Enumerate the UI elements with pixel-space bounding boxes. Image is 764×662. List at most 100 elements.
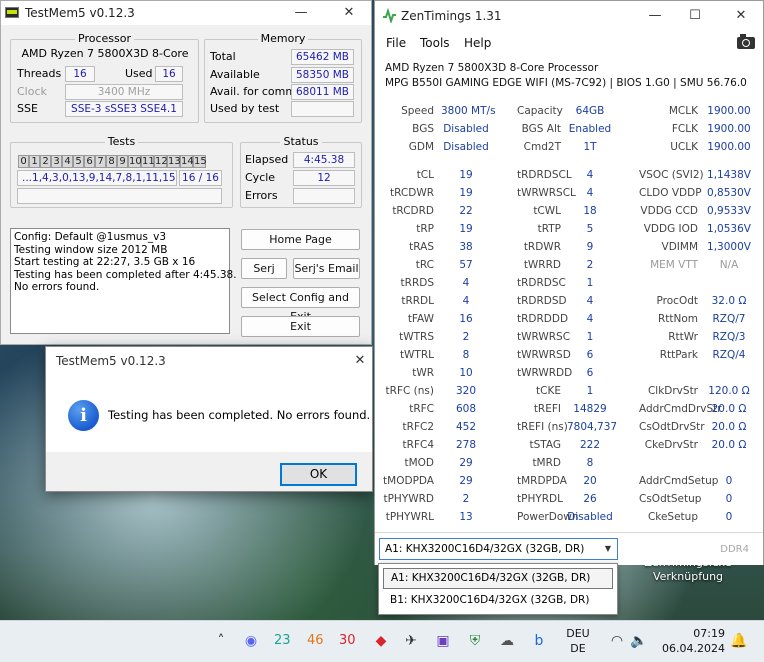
timing-value: 608: [455, 403, 477, 415]
airplane-icon[interactable]: ✈: [402, 632, 420, 650]
timing-value: 6: [586, 367, 594, 379]
wifi-icon[interactable]: ◠: [608, 632, 626, 650]
chevron-up-icon[interactable]: ˄: [212, 632, 230, 650]
load-counter[interactable]: 30: [339, 633, 356, 648]
dialog-close-button[interactable]: ✕: [342, 347, 378, 374]
board-info: MPG B550I GAMING EDGE WIFI (MS-7C92) | B…: [385, 77, 747, 89]
timing-value: 20.0 Ω: [711, 421, 747, 433]
gpu-temp-counter[interactable]: 46: [307, 633, 324, 648]
shield-icon[interactable]: ⛨: [466, 632, 484, 650]
menu-tools[interactable]: Tools: [420, 36, 450, 50]
amd-icon[interactable]: ◆: [372, 632, 390, 650]
ok-button[interactable]: OK: [280, 463, 357, 486]
timing-value: 4: [462, 295, 470, 307]
test-number: 3: [51, 155, 62, 168]
close-button[interactable]: ✕: [331, 1, 367, 25]
serj-button[interactable]: Serj: [241, 258, 287, 279]
maximize-button[interactable]: ☐: [677, 1, 713, 31]
testmem5-titlebar[interactable]: TestMem5 v0.12.3 — ✕: [1, 1, 371, 25]
timing-value: 19: [459, 169, 473, 181]
timing-value: 19: [459, 223, 473, 235]
timing-value: 4: [462, 277, 470, 289]
timing-value: 2: [462, 493, 470, 505]
timing-value: 0: [725, 475, 733, 487]
memory-used-by-test-label: Used by test: [210, 102, 280, 115]
language-code: DEU: [566, 627, 590, 640]
timing-label: tRRDS: [400, 277, 434, 289]
cloud-icon[interactable]: ☁: [498, 632, 516, 650]
used-threads-value: 16: [155, 66, 183, 82]
timing-label: tCKE: [536, 385, 561, 397]
test-number: 4: [62, 155, 73, 168]
home-page-button[interactable]: Home Page: [241, 229, 360, 250]
timing-label: tSTAG: [529, 439, 561, 451]
timing-value: Disabled: [567, 511, 613, 523]
clock-date: 06.04.2024: [662, 642, 725, 655]
timing-value: RZQ/4: [712, 349, 746, 361]
cpu-temp-counter[interactable]: 23: [274, 633, 291, 648]
timing-label: ProcOdt: [656, 295, 698, 307]
timing-label: tRDRDSC: [517, 277, 566, 289]
close-button[interactable]: ✕: [723, 1, 759, 31]
dialog-titlebar[interactable]: TestMem5 v0.12.3 ✕: [46, 347, 372, 374]
minimize-button[interactable]: —: [637, 1, 673, 31]
dimm-option[interactable]: B1: KHX3200C16D4/32GX (32GB, DR): [383, 591, 613, 612]
test-log-textarea[interactable]: Config: Default @1usmus_v3 Testing window…: [10, 228, 237, 334]
info-icon: i: [68, 400, 99, 431]
threads-value: 16: [65, 66, 95, 82]
test-number: 0: [18, 155, 29, 168]
minimize-button[interactable]: —: [283, 1, 319, 25]
timing-value: 1,3000V: [707, 241, 751, 253]
input-language[interactable]: DEU DE: [560, 626, 596, 656]
timing-value: 1900.00: [707, 123, 751, 135]
camera-icon[interactable]: [737, 34, 755, 49]
notification-bell-icon[interactable]: 🔔: [730, 632, 748, 650]
timing-value: 1,1438V: [707, 169, 751, 181]
timing-value: 1,0536V: [707, 223, 751, 235]
errors-value: [293, 188, 355, 204]
timing-label: tRDRDSCL: [517, 169, 572, 181]
timing-label: tRFC2: [402, 421, 434, 433]
timing-label: UCLK: [670, 141, 698, 153]
timing-value: 32.0 Ω: [711, 295, 747, 307]
timing-label: tWTRL: [399, 349, 434, 361]
timing-label: BGS: [412, 123, 434, 135]
timing-value: 0: [725, 493, 733, 505]
timing-value: 4: [586, 169, 594, 181]
timing-label: tMOD: [404, 457, 434, 469]
timing-label: MEM VTT: [650, 259, 698, 271]
timing-label: tCL: [416, 169, 434, 181]
test-number: 7: [95, 155, 106, 168]
bing-icon[interactable]: b: [530, 632, 548, 650]
test-progress-bar: [17, 188, 222, 204]
dimm-select[interactable]: A1: KHX3200C16D4/32GX (32GB, DR) ▼: [379, 538, 618, 560]
timing-label: tPHYWRL: [385, 511, 434, 523]
exit-button[interactable]: Exit: [241, 316, 360, 337]
test-number: 15: [193, 155, 207, 168]
test-number: 13: [167, 155, 181, 168]
timing-value: 18: [583, 205, 597, 217]
chevron-down-icon: ▼: [604, 544, 611, 553]
select-config-exit-button[interactable]: Select Config and Exit: [241, 287, 360, 323]
monitor-icon[interactable]: ▣: [434, 632, 452, 650]
dimm-option[interactable]: A1: KHX3200C16D4/32GX (32GB, DR): [383, 568, 613, 589]
menu-file[interactable]: File: [386, 36, 406, 50]
timing-label: Capacity: [517, 105, 563, 117]
log-line: No errors found.: [14, 281, 100, 293]
serj-email-button[interactable]: Serj's Email: [293, 258, 360, 279]
volume-icon[interactable]: 🔈: [630, 632, 648, 650]
test-number: 12: [154, 155, 168, 168]
timing-label: RttNom: [657, 313, 698, 325]
menu-help[interactable]: Help: [464, 36, 491, 50]
discord-icon[interactable]: ◉: [242, 632, 260, 650]
completion-dialog: TestMem5 v0.12.3 ✕ i Testing has been co…: [45, 346, 373, 492]
sse-label: SSE: [17, 102, 38, 115]
clock[interactable]: 07:19 06.04.2024: [659, 626, 725, 656]
testmem5-window: TestMem5 v0.12.3 — ✕ Processor AMD Ryzen…: [0, 0, 372, 345]
elapsed-label: Elapsed: [245, 153, 289, 166]
timing-label: tFAW: [407, 313, 434, 325]
test-progress: 16 / 16: [179, 170, 222, 186]
cycle-label: Cycle: [245, 171, 276, 184]
timing-label: tRDRDDD: [517, 313, 569, 325]
zentimings-titlebar[interactable]: ZenTimings 1.31 — ☐ ✕: [375, 1, 763, 31]
